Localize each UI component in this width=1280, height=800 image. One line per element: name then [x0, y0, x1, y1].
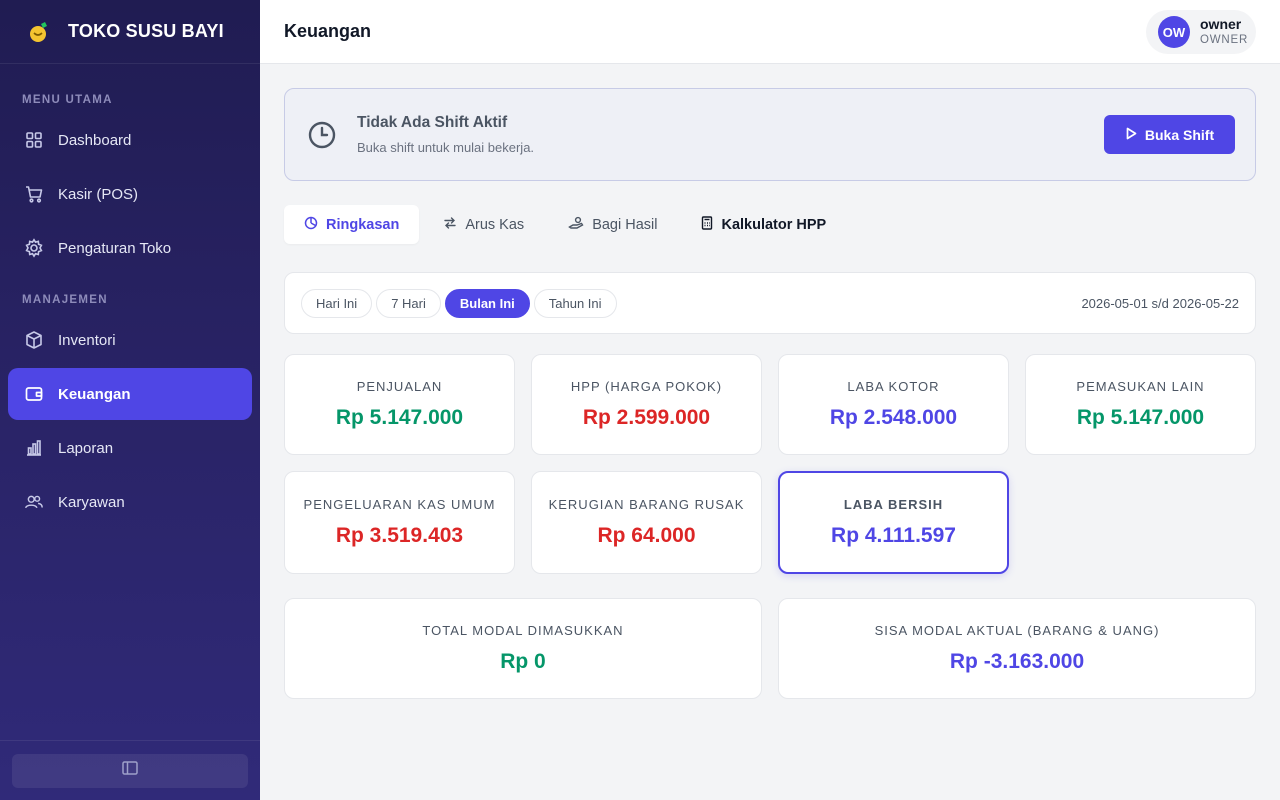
pie-chart-icon	[304, 216, 326, 234]
sidebar-item-keuangan[interactable]: Keuangan	[8, 368, 252, 420]
shift-title: Tidak Ada Shift Aktif	[357, 114, 508, 131]
card-value: Rp 2.599.000	[582, 406, 711, 429]
baby-bottle-logo-icon	[26, 19, 52, 45]
summary-cards: PENJUALAN Rp 5.147.000 HPP (HARGA POKOK)…	[284, 354, 1256, 574]
sidebar-item-laporan[interactable]: Laporan	[8, 422, 252, 474]
tab-arus-kas[interactable]: Arus Kas	[423, 205, 544, 244]
card-label: TOTAL MODAL DIMASUKKAN	[422, 623, 624, 638]
brand-name: TOKO SUSU BAYI	[68, 21, 224, 41]
card-label: PENJUALAN	[356, 379, 443, 394]
sidebar-item-pengaturan-toko[interactable]: Pengaturan Toko	[8, 222, 252, 274]
sidebar-item-kasir[interactable]: Kasir (POS)	[8, 168, 252, 220]
main-content: Tidak Ada Shift Aktif Buka shift untuk m…	[284, 88, 1256, 699]
user-menu[interactable]: OW owner OWNER	[1146, 10, 1256, 54]
card-sisa-modal: SISA MODAL AKTUAL (BARANG & UANG) Rp -3.…	[778, 598, 1256, 699]
sidebar: TOKO SUSU BAYI MENU UTAMA Dashboard Kasi…	[0, 0, 260, 800]
card-value: Rp 0	[500, 650, 546, 673]
finance-tabs: Ringkasan Arus Kas Bagi Hasil Kalkulator…	[284, 205, 1256, 244]
clock-icon	[307, 120, 337, 150]
sidebar-item-label: Laporan	[58, 439, 114, 457]
card-label: LABA KOTOR	[847, 379, 940, 394]
card-total-modal: TOTAL MODAL DIMASUKKAN Rp 0	[284, 598, 762, 699]
card-value: Rp 64.000	[597, 524, 696, 547]
top-header: Keuangan OW owner OWNER	[260, 0, 1280, 64]
box-icon	[24, 330, 44, 350]
card-label: PEMASUKAN LAIN	[1076, 379, 1205, 394]
card-hpp: HPP (HARGA POKOK) Rp 2.599.000	[531, 354, 762, 455]
card-value: Rp 3.519.403	[335, 524, 464, 547]
tab-label: Ringkasan	[326, 216, 400, 233]
menu-section-manage: MANAJEMEN	[22, 294, 108, 306]
avatar: OW	[1158, 16, 1190, 48]
shift-subtitle: Buka shift untuk mulai bekerja.	[357, 140, 535, 155]
sidebar-item-label: Pengaturan Toko	[58, 239, 172, 257]
period-filter-bar: Hari Ini 7 Hari Bulan Ini Tahun Ini 2026…	[284, 272, 1256, 334]
card-value: Rp -3.163.000	[949, 650, 1085, 673]
card-penjualan: PENJUALAN Rp 5.147.000	[284, 354, 515, 455]
tab-label: Bagi Hasil	[592, 216, 658, 233]
sidebar-footer	[0, 740, 260, 800]
sidebar-item-label: Dashboard	[58, 131, 132, 149]
brand[interactable]: TOKO SUSU BAYI	[0, 0, 260, 64]
sidebar-item-label: Karyawan	[58, 493, 125, 511]
play-icon	[1125, 127, 1145, 143]
hand-coin-icon	[568, 216, 592, 234]
sidebar-item-karyawan[interactable]: Karyawan	[8, 476, 252, 528]
capital-cards: TOTAL MODAL DIMASUKKAN Rp 0 SISA MODAL A…	[284, 598, 1256, 699]
bar-chart-icon	[24, 438, 44, 458]
card-laba-bersih: LABA BERSIH Rp 4.111.597	[778, 471, 1009, 574]
tab-bagi-hasil[interactable]: Bagi Hasil	[548, 205, 677, 244]
filter-this-month[interactable]: Bulan Ini	[444, 288, 530, 318]
tab-kalkulator-hpp[interactable]: Kalkulator HPP	[681, 205, 846, 244]
card-value: Rp 5.147.000	[1076, 406, 1205, 429]
filter-this-year[interactable]: Tahun Ini	[533, 288, 617, 318]
card-label: SISA MODAL AKTUAL (BARANG & UANG)	[874, 623, 1160, 638]
menu-section-main: MENU UTAMA	[22, 94, 113, 106]
sidebar-item-label: Inventori	[58, 331, 116, 349]
filter-today[interactable]: Hari Ini	[301, 288, 373, 318]
date-range: 2026-05-01 s/d 2026-05-22	[1081, 295, 1239, 311]
sidebar-item-label: Keuangan	[58, 385, 131, 403]
cart-icon	[24, 184, 44, 204]
card-kerugian-barang-rusak: KERUGIAN BARANG RUSAK Rp 64.000	[531, 471, 762, 574]
user-role: OWNER	[1200, 34, 1249, 46]
tab-ringkasan[interactable]: Ringkasan	[284, 205, 420, 244]
gear-icon	[24, 238, 44, 258]
open-shift-button[interactable]: Buka Shift	[1104, 115, 1235, 154]
card-laba-kotor: LABA KOTOR Rp 2.548.000	[778, 354, 1009, 455]
shift-status-banner: Tidak Ada Shift Aktif Buka shift untuk m…	[284, 88, 1256, 181]
sidebar-collapse-button[interactable]	[12, 753, 248, 788]
card-value: Rp 2.548.000	[829, 406, 958, 429]
open-shift-label: Buka Shift	[1144, 126, 1215, 143]
user-name: owner	[1200, 16, 1242, 32]
sidebar-item-inventori[interactable]: Inventori	[8, 314, 252, 366]
sidebar-item-label: Kasir (POS)	[58, 185, 139, 203]
filter-7-days[interactable]: 7 Hari	[376, 288, 441, 318]
calculator-icon	[701, 215, 721, 234]
card-pemasukan-lain: PEMASUKAN LAIN Rp 5.147.000	[1025, 354, 1256, 455]
swap-arrows-icon	[443, 216, 465, 234]
users-icon	[24, 492, 44, 512]
wallet-icon	[24, 384, 44, 404]
card-label: HPP (HARGA POKOK)	[570, 379, 723, 394]
card-label: KERUGIAN BARANG RUSAK	[548, 497, 745, 512]
tab-label: Arus Kas	[465, 216, 525, 233]
grid-icon	[24, 130, 44, 150]
card-label: PENGELUARAN KAS UMUM	[303, 497, 496, 512]
tab-label: Kalkulator HPP	[721, 216, 827, 233]
sidebar-item-dashboard[interactable]: Dashboard	[8, 114, 252, 166]
sidebar-toggle-icon	[121, 760, 139, 781]
card-label: LABA BERSIH	[843, 497, 944, 512]
card-pengeluaran-kas-umum: PENGELUARAN KAS UMUM Rp 3.519.403	[284, 471, 515, 574]
page-title: Keuangan	[284, 21, 372, 41]
card-value: Rp 5.147.000	[335, 406, 464, 429]
card-value: Rp 4.111.597	[831, 524, 956, 547]
